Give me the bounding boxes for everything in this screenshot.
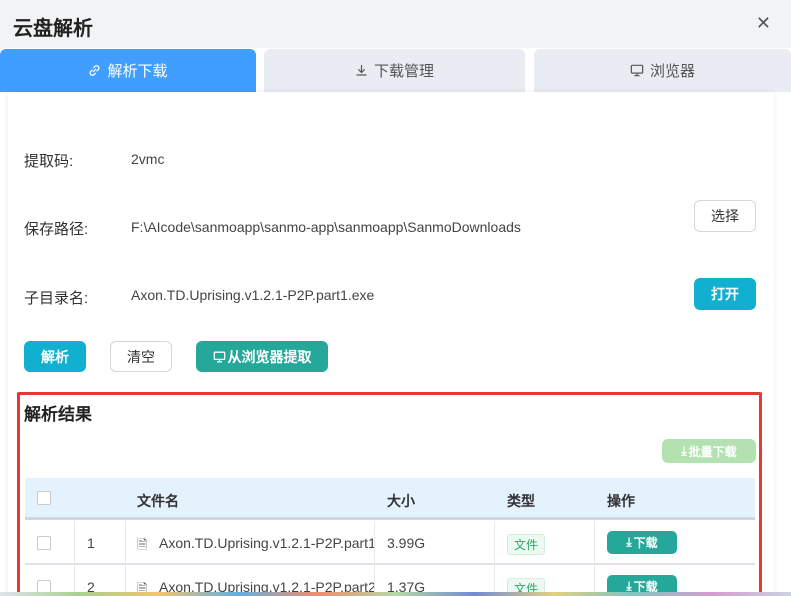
close-icon[interactable]: ✕	[756, 13, 771, 34]
clear-button[interactable]: 清空	[110, 341, 172, 372]
row-download-button[interactable]: ⤓ 下载	[607, 531, 677, 554]
extract-code-label: 提取码:	[24, 153, 74, 170]
tab-label: 浏览器	[649, 63, 695, 80]
browser-extract-label: 从浏览器提取	[227, 348, 312, 365]
monitor-icon	[630, 64, 644, 77]
monitor-icon	[213, 351, 226, 363]
tab-download-manager[interactable]: 下载管理	[264, 49, 525, 92]
column-divider	[74, 521, 75, 565]
file-icon: 🗎	[137, 537, 148, 552]
taskbar-strip	[0, 592, 791, 596]
extract-code-value[interactable]: 2vmc	[131, 151, 164, 167]
tab-bar: 解析下载 下载管理 浏览器	[0, 48, 791, 92]
download-icon: ⤓	[681, 443, 687, 458]
browser-extract-button[interactable]: 从浏览器提取	[196, 341, 328, 372]
tab-label: 解析下载	[107, 63, 168, 80]
type-badge: 文件	[507, 534, 546, 555]
column-divider	[374, 521, 375, 565]
window-header: 云盘解析 ✕	[0, 0, 791, 48]
column-type: 类型	[507, 493, 535, 509]
batch-download-button[interactable]: ⤓ 批量下载	[662, 439, 756, 463]
row-index: 1	[87, 535, 95, 551]
row-filename: Axon.TD.Uprising.v1.2.1-P2P.part1.exe	[159, 535, 374, 551]
table-row: 1 🗎 Axon.TD.Uprising.v1.2.1-P2P.part1.ex…	[25, 521, 755, 565]
download-icon: ⤓	[626, 535, 632, 549]
column-divider	[494, 521, 495, 565]
tab-browser[interactable]: 浏览器	[534, 49, 791, 92]
download-icon	[355, 64, 368, 77]
save-path-value[interactable]: F:\AIcode\sanmoapp\sanmo-app\sanmoapp\Sa…	[131, 219, 521, 235]
window-title: 云盘解析	[13, 18, 93, 40]
row-size: 3.99G	[387, 535, 426, 551]
row-checkbox[interactable]	[37, 536, 51, 550]
open-folder-button[interactable]: 打开	[694, 278, 756, 310]
subdir-label: 子目录名:	[24, 290, 89, 307]
subdir-value[interactable]: Axon.TD.Uprising.v1.2.1-P2P.part1.exe	[131, 287, 374, 303]
column-divider	[125, 521, 126, 565]
link-icon	[88, 64, 101, 77]
parse-button[interactable]: 解析	[24, 341, 86, 372]
tab-label: 下载管理	[373, 63, 434, 80]
batch-download-label: 批量下载	[688, 444, 737, 459]
column-divider	[594, 521, 595, 565]
select-all-checkbox[interactable]	[37, 491, 51, 505]
row-download-label: 下载	[633, 536, 658, 550]
column-filename: 文件名	[137, 493, 179, 509]
select-path-button[interactable]: 选择	[694, 200, 756, 232]
save-path-label: 保存路径:	[24, 221, 89, 238]
results-title: 解析结果	[24, 405, 92, 424]
column-size: 大小	[387, 493, 415, 509]
table-header: 文件名 大小 类型 操作	[25, 478, 755, 520]
column-action: 操作	[607, 493, 635, 509]
tab-parse-download[interactable]: 解析下载	[0, 49, 256, 92]
